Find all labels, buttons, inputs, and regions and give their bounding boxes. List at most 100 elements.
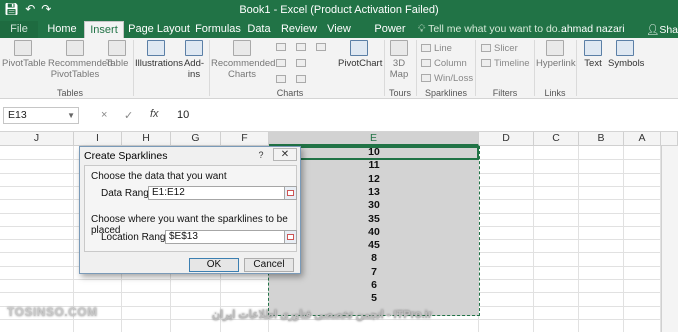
slicer-button[interactable]: Slicer [481,43,518,54]
column-header-i[interactable]: I [74,132,122,146]
symbols-label: Symbols [608,58,645,69]
sparkline-line-label: Line [434,43,452,54]
watermark-right: ITPro.ir - انجمن تخصصی فناوری اطلاعات ای… [212,309,433,321]
name-box-value: E13 [8,109,27,121]
group-separator [475,40,476,96]
group-separator [133,40,134,96]
sparkline-winloss-icon [421,74,431,82]
table-button[interactable]: Table [104,40,130,69]
column-header-f[interactable]: F [221,132,269,146]
ribbon-tabs: File Home Insert Page Layout Formulas Da… [0,20,678,51]
pivottable-button[interactable]: PivotTable [2,40,46,69]
create-sparklines-dialog: Create Sparklines ? ✕ Choose the data th… [79,146,301,274]
charts-group-label: Charts [276,88,304,98]
tell-me-box[interactable]: 💡︎ Tell me what you want to do... [418,23,566,36]
recommended-charts-button[interactable]: Recommended Charts [211,40,276,80]
column-header-a[interactable]: A [624,132,661,146]
column-header-c[interactable]: C [534,132,579,146]
text-button[interactable]: Text [580,40,606,69]
row-headers[interactable] [661,146,678,332]
column-header-j[interactable]: J [0,132,74,146]
recommended-pivottables-icon [66,40,84,56]
tab-file[interactable]: File [0,21,38,38]
tab-insert[interactable]: Insert [84,21,124,38]
sparkline-column-button[interactable]: Column [421,58,467,69]
statistic-chart-icon[interactable] [296,58,309,69]
group-separator [416,40,417,96]
column-header-e[interactable]: E [269,132,479,146]
sparkline-winloss-label: Win/Loss [434,73,474,84]
recommended-pivottables-button[interactable]: Recommended PivotTables [48,40,112,80]
tab-power-pivot[interactable]: Power Pivot [362,21,418,51]
omega-icon [616,40,634,56]
combo-chart-icon[interactable] [296,74,309,85]
recommended-pivottables-label: Recommended PivotTables [48,58,113,80]
tab-page-layout[interactable]: Page Layout [128,21,190,38]
location-range-label: Location Range: [101,232,174,243]
3d-map-button[interactable]: 3D Map [386,40,412,80]
dialog-body: Choose the data that you want Data Range… [84,165,297,252]
table-label: Table [105,58,129,69]
timeline-button[interactable]: Timeline [481,58,530,69]
column-header-b[interactable]: B [579,132,624,146]
close-icon[interactable]: ✕ [273,148,297,161]
text-box-icon [584,40,602,56]
illustrations-icon [147,40,165,56]
name-box[interactable]: E13 ▼ [3,107,79,124]
location-collapse-icon[interactable] [284,230,297,244]
tab-home[interactable]: Home [42,21,82,38]
column-header-h[interactable]: H [122,132,171,146]
tab-formulas[interactable]: Formulas [192,21,244,38]
column-header-d[interactable]: D [479,132,534,146]
tab-review[interactable]: Review [280,21,318,38]
formula-bar: E13 ▼ × ✓ fx 10 [0,99,678,132]
pivotchart-label: PivotChart [338,58,383,69]
cancel-icon[interactable]: × [101,109,107,121]
recommended-charts-icon [233,40,251,56]
group-separator [209,40,210,96]
dialog-title: Create Sparklines [84,150,168,162]
illustrations-button[interactable]: Illustrations [135,40,183,69]
help-icon[interactable]: ? [254,149,268,161]
symbols-button[interactable]: Symbols [608,40,645,69]
column-header-g[interactable]: G [171,132,221,146]
link-icon [546,40,564,56]
title-bar: 💾︎ ↶ ↷ Book1 - Excel (Product Activation… [0,0,678,20]
addins-button[interactable]: Add-ins [181,40,207,80]
illustrations-label: Illustrations [135,58,184,69]
insert-function-icon[interactable]: fx [150,108,159,120]
pivotchart-button[interactable]: PivotChart [338,40,383,69]
recommended-charts-label: Recommended Charts [211,58,276,80]
tours-group-label: Tours [388,88,411,98]
range-collapse-icon[interactable] [284,186,297,200]
tab-view[interactable]: View [324,21,354,38]
share-button[interactable]: 👤︎Shar [646,23,678,36]
sparkline-column-icon [421,59,431,67]
pie-chart-icon[interactable] [276,74,289,85]
select-all-corner[interactable] [661,132,678,146]
watermark-left: TOSINSO.COM [7,305,98,319]
ok-button[interactable]: OK [189,258,239,272]
sparkline-winloss-button[interactable]: Win/Loss [421,73,473,84]
sparkline-line-button[interactable]: Line [421,43,452,54]
tab-data[interactable]: Data [245,21,273,38]
line-chart-icon[interactable] [276,58,289,69]
enter-icon[interactable]: ✓ [124,109,133,122]
hyperlink-button[interactable]: Hyperlink [536,40,576,69]
links-group-label: Links [544,88,566,98]
data-range-input[interactable]: E1:E12 [148,186,285,200]
chevron-down-icon[interactable]: ▼ [67,108,75,123]
bar-chart-icon[interactable] [316,42,329,53]
pivotchart-icon [350,40,368,56]
window-title: Book1 - Excel (Product Activation Failed… [239,4,439,16]
user-name[interactable]: ahmad nazari [561,23,625,35]
formula-input[interactable]: 10 [177,109,189,121]
location-range-input[interactable]: $E$13 [165,230,285,244]
column-chart-icon[interactable] [276,42,289,53]
tables-group-label: Tables [56,88,83,98]
timeline-label: Timeline [494,58,530,69]
cancel-button[interactable]: Cancel [244,258,294,272]
share-label: Shar [659,24,678,36]
hierarchy-chart-icon[interactable] [296,42,309,53]
text-label: Text [584,58,602,69]
